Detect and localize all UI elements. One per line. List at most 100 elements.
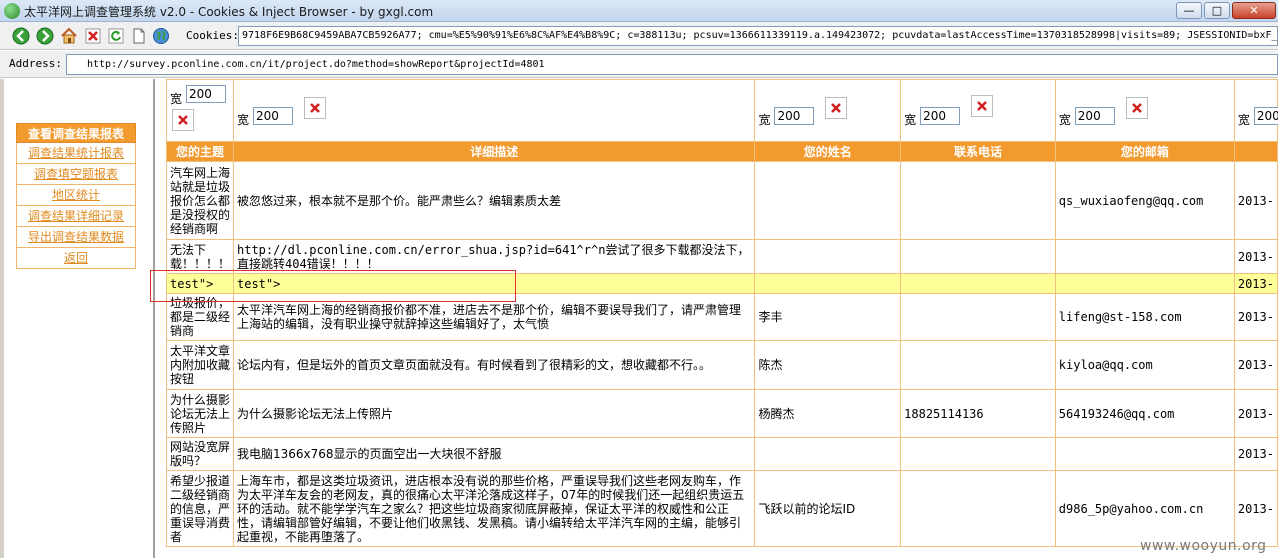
width-cell: 宽 200 — [754, 79, 902, 142]
home-icon[interactable] — [60, 27, 78, 45]
cell-subject: 汽车网上海站就是垃圾报价怎么都是没授权的经销商啊 — [166, 161, 234, 240]
menu-item-export-data[interactable]: 导出调查结果数据 — [16, 227, 136, 248]
menu-item-fill-report[interactable]: 调查填空题报表 — [16, 164, 136, 185]
cell-date: 2013- — [1233, 239, 1278, 274]
table-row: 太平洋文章内附加收藏按钮 论坛内有，但是坛外的首页文章页面就没有。有时候看到了很… — [166, 340, 1278, 390]
width-cell: 宽 200 — [1233, 79, 1278, 142]
frame-edge — [0, 79, 4, 558]
table-row: 网站没宽屏版吗？ 我电脑1366x768显示的页面空出一大块很不舒服 2013- — [166, 437, 1278, 471]
width-input[interactable]: 200 — [1074, 107, 1115, 125]
report-frame: 宽 200 宽 200 宽 200 宽 200 宽 200 宽 200 您的主题… — [157, 79, 1278, 558]
cell-email: lifeng@st-158.com — [1054, 293, 1235, 341]
cell-date: 2013- — [1233, 273, 1278, 294]
width-cell: 宽 200 — [1054, 79, 1235, 142]
cell-date: 2013- — [1233, 161, 1278, 240]
cell-phone — [900, 161, 1056, 240]
address-label: Address: — [9, 57, 62, 70]
cell-phone — [900, 239, 1056, 274]
width-input[interactable]: 200 — [186, 85, 226, 103]
cell-description: http://dl.pconline.com.cn/error_shua.jsp… — [232, 239, 756, 274]
cell-description: 被忽悠过来，根本就不是那个价。能严肃些么？编辑素质太差 — [232, 161, 756, 240]
cookies-input[interactable]: 9718F6E9B68C9459ABA7CB5926A77; cmu=%E5%9… — [238, 26, 1278, 46]
width-label: 宽 — [1237, 113, 1250, 127]
menu-heading: 查看调查结果报表 — [16, 123, 136, 143]
address-bar: Address: http://survey.pconline.com.cn/i… — [0, 51, 1278, 78]
cell-phone — [900, 293, 1056, 341]
watermark-text: www.wooyun.org — [1140, 538, 1267, 554]
cell-name — [754, 239, 902, 274]
menu-item-region-stats[interactable]: 地区统计 — [16, 185, 136, 206]
broken-image-icon — [1125, 97, 1148, 119]
width-label: 宽 — [237, 113, 250, 127]
cell-date: 2013- — [1233, 293, 1278, 341]
cell-subject: 网站没宽屏版吗？ — [166, 437, 234, 471]
width-cell: 宽 200 — [166, 79, 234, 142]
cell-name — [754, 273, 902, 294]
maximize-button[interactable]: □ — [1204, 2, 1230, 19]
cell-description: 上海车市，都是这类垃圾资讯，进店根本没有说的那些价格，严重误导我们这些老网友购车… — [232, 470, 756, 547]
cell-subject: 太平洋文章内附加收藏按钮 — [166, 340, 234, 390]
cell-name: 陈杰 — [754, 340, 902, 390]
table-row: 为什么摄影论坛无法上传照片 为什么摄影论坛无法上传照片 杨腾杰 18825114… — [166, 389, 1278, 438]
cell-phone — [900, 340, 1056, 390]
cell-phone — [900, 470, 1056, 547]
cell-subject: 为什么摄影论坛无法上传照片 — [166, 389, 234, 438]
cell-name: 李丰 — [754, 293, 902, 341]
menu-item-label[interactable]: 调查结果详细记录 — [28, 209, 124, 223]
back-icon[interactable] — [12, 27, 30, 45]
window-title: 太平洋网上调查管理系统 v2.0 - Cookies & Inject Brow… — [24, 5, 434, 19]
globe-icon[interactable] — [152, 27, 170, 45]
width-cell: 宽 200 — [232, 79, 756, 142]
report-menu: 查看调查结果报表 调查结果统计报表 调查填空题报表 地区统计 调查结果详细记录 … — [16, 123, 136, 269]
column-header-phone: 联系电话 — [900, 141, 1056, 162]
width-input[interactable]: 200 — [774, 107, 815, 125]
width-input[interactable]: 200 — [920, 107, 961, 125]
column-header-subject: 您的主题 — [166, 141, 234, 162]
cell-subject: 希望少报道二级经销商的信息，严重误导消费者 — [166, 470, 234, 547]
menu-item-stats-report[interactable]: 调查结果统计报表 — [16, 143, 136, 164]
cell-description: 我电脑1366x768显示的页面空出一大块很不舒服 — [232, 437, 756, 471]
menu-item-back[interactable]: 返回 — [16, 248, 136, 269]
cell-name: 杨腾杰 — [754, 389, 902, 438]
cell-description: 论坛内有，但是坛外的首页文章页面就没有。有时候看到了很精彩的文，想收藏都不行。。 — [232, 340, 756, 390]
menu-item-label[interactable]: 返回 — [64, 251, 88, 265]
minimize-button[interactable]: — — [1176, 2, 1202, 19]
menu-item-label[interactable]: 调查填空题报表 — [34, 167, 118, 181]
cookies-label: Cookies: — [186, 29, 239, 42]
width-cell: 宽 200 — [900, 79, 1056, 142]
forward-icon[interactable] — [36, 27, 54, 45]
stop-icon[interactable] — [84, 27, 102, 45]
cell-email: kiyloa@qq.com — [1054, 340, 1235, 390]
refresh-icon[interactable] — [107, 27, 125, 45]
width-input[interactable]: 200 — [253, 107, 293, 125]
address-input[interactable]: http://survey.pconline.com.cn/it/project… — [66, 54, 1278, 75]
width-input[interactable]: 200 — [1253, 107, 1278, 125]
cell-date: 2013- — [1233, 470, 1278, 547]
width-label: 宽 — [904, 113, 917, 127]
menu-item-detail-records[interactable]: 调查结果详细记录 — [16, 206, 136, 227]
cell-phone: 18825114136 — [900, 389, 1056, 438]
report-table: 宽 200 宽 200 宽 200 宽 200 宽 200 宽 200 您的主题… — [166, 79, 1278, 547]
broken-image-icon — [304, 97, 326, 119]
menu-item-label[interactable]: 地区统计 — [52, 188, 100, 202]
cell-subject: 无法下载！！！！ — [166, 239, 234, 274]
cell-date: 2013- — [1233, 437, 1278, 471]
table-row: 汽车网上海站就是垃圾报价怎么都是没授权的经销商啊 被忽悠过来，根本就不是那个价。… — [166, 161, 1278, 240]
menu-item-label[interactable]: 调查结果统计报表 — [28, 146, 124, 160]
cell-date: 2013- — [1233, 389, 1278, 438]
cell-email — [1054, 437, 1235, 471]
broken-image-icon — [971, 95, 994, 117]
column-header-date — [1233, 141, 1278, 162]
width-label: 宽 — [758, 113, 771, 127]
menu-item-label[interactable]: 导出调查结果数据 — [28, 230, 124, 244]
close-button[interactable]: ✕ — [1232, 2, 1276, 19]
sidebar-frame: 查看调查结果报表 调查结果统计报表 调查填空题报表 地区统计 调查结果详细记录 … — [0, 79, 155, 558]
cell-email: d986_5p@yahoo.com.cn — [1054, 470, 1235, 547]
page-icon[interactable] — [130, 27, 148, 45]
table-row: 希望少报道二级经销商的信息，严重误导消费者 上海车市，都是这类垃圾资讯，进店根本… — [166, 470, 1278, 547]
column-header-description: 详细描述 — [232, 141, 756, 162]
highlight-annotation-box — [150, 270, 516, 302]
app-icon — [4, 3, 20, 19]
header-row: 您的主题 详细描述 您的姓名 联系电话 您的邮箱 — [166, 141, 1278, 162]
broken-image-icon — [825, 97, 848, 119]
